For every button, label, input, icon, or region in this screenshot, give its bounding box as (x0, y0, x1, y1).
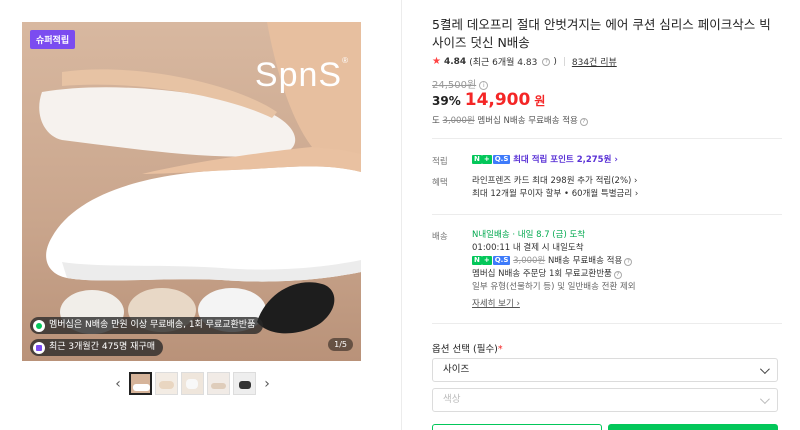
discount-label: 혜택 (432, 178, 448, 188)
delivery-eta: N내일배송 · 내일 8.7 (금) 도착 (472, 230, 585, 241)
max-points-link[interactable]: 최대 적립 포인트 2,275원 › (513, 155, 618, 165)
thumbnail-strip: ‹ › (110, 372, 275, 395)
delivery-info-icon[interactable]: ? (624, 258, 633, 266)
sale-price: 14,900 (464, 90, 531, 110)
shipping-prefix: 도 (432, 116, 440, 126)
color-select-placeholder: 색상 (443, 394, 461, 405)
original-price: 24,500원 i (432, 76, 489, 91)
delivery-more-link[interactable]: 자세히 보기 › (472, 299, 520, 310)
npay-badge: N (472, 256, 482, 265)
delivery-date: · 내일 8.7 (금) 도착 (512, 230, 586, 240)
delivery-old-fee: 3,000원 (513, 256, 546, 266)
npay-badge: N (472, 155, 482, 164)
delivery-fee-row: N + Q.S 3,000원 N배송 무료배송 적용? (472, 256, 633, 267)
installment-link[interactable]: 최대 12개월 무이자 할부 • 60개월 특별금리 › (472, 189, 638, 200)
thumbnail-4[interactable] (207, 372, 230, 395)
delivery-exclusion: 일부 유형(선물하기 등) 및 일반배송 전환 제외 (472, 282, 636, 292)
thumbnail-1[interactable] (129, 372, 152, 395)
membership-icon (33, 319, 45, 332)
image-page-indicator: 1/5 (328, 338, 353, 351)
price-row: 39% 14,900 원 (432, 90, 545, 110)
column-divider (401, 0, 402, 430)
points-label: 적립 (432, 157, 448, 167)
divider (432, 138, 782, 139)
price-info-icon[interactable]: i (479, 81, 489, 90)
qs-badge: Q.S (492, 155, 511, 164)
option-label-text: 옵션 선택 (필수) (432, 344, 498, 355)
star-icon: ★ (432, 56, 441, 67)
gift-button[interactable] (432, 424, 602, 430)
rating-recent-close: ) (553, 56, 557, 67)
shipping-text: 멤버십 N배송 무료배송 적용 (477, 116, 578, 126)
delivery-return-text: 멤버십 N배송 주문당 1회 무료교환반품 (472, 269, 612, 279)
brand-logo: SpnS® (255, 56, 349, 95)
divider (432, 214, 782, 215)
required-mark: * (497, 344, 503, 355)
size-select-value: 사이즈 (443, 364, 470, 375)
delivery-return-row: 멤버십 N배송 주문당 1회 무료교환반품? (472, 269, 622, 280)
buy-button[interactable] (608, 424, 778, 430)
npay-plus-badge: + (481, 155, 492, 164)
membership-pill-text: 멤버십은 N배송 만원 이상 무료배송, 1회 무료교환반품 (49, 320, 256, 330)
divider (432, 323, 782, 324)
rating-recent: (최근 6개월 4.83 (469, 58, 538, 68)
delivery-cutoff: 01:00:11 내 결제 시 내일도착 (472, 243, 584, 253)
rating-score: 4.84 (443, 56, 467, 67)
review-count-link[interactable]: 834건 리뷰 (572, 55, 617, 68)
brand-name: SpnS (254, 56, 343, 94)
rating-row: ★ 4.84 (최근 6개월 4.83?) | 834건 리뷰 (432, 55, 617, 68)
product-main-image[interactable]: 슈퍼적립 SpnS® 멤버십은 N배송 만원 이상 무료배송, 1회 무료교환반… (22, 22, 361, 361)
points-row[interactable]: N + Q.S 최대 적립 포인트 2,275원 › (472, 155, 618, 166)
reorder-icon (33, 341, 45, 354)
membership-badge: Q.S (492, 256, 511, 265)
shipping-info-icon[interactable]: ? (579, 118, 588, 126)
chevron-down-icon (759, 393, 770, 404)
shipping-summary: 도 3,000원 멤버십 N배송 무료배송 적용? (432, 114, 588, 126)
currency-unit: 원 (534, 94, 546, 108)
size-select[interactable]: 사이즈 (432, 358, 778, 382)
color-select[interactable]: 색상 (432, 388, 778, 412)
reorder-pill-text: 최근 3개월간 475명 재구매 (49, 342, 156, 352)
rating-divider: | (562, 56, 566, 67)
product-title: 5켤레 데오프리 절대 안벗겨지는 에어 쿠션 심리스 페이크삭스 빅사이즈 덧… (432, 17, 771, 50)
reorder-pill: 최근 3개월간 475명 재구매 (30, 339, 164, 356)
membership-pill: 멤버십은 N배송 만원 이상 무료배송, 1회 무료교환반품 (30, 317, 264, 334)
chevron-down-icon (759, 363, 770, 374)
delivery-label: 배송 (432, 232, 448, 242)
brand-registered-mark: ® (342, 56, 349, 65)
tomorrow-delivery-tag: N내일배송 (472, 230, 510, 240)
delivery-free-text: N배송 무료배송 적용 (547, 256, 623, 266)
info-icon[interactable]: ? (542, 57, 551, 66)
discount-rate: 39% (432, 94, 461, 108)
thumb-prev-arrow-icon[interactable]: ‹ (110, 376, 126, 392)
super-points-badge: 슈퍼적립 (30, 30, 76, 49)
thumbnail-3[interactable] (181, 372, 204, 395)
shipping-old-fee: 3,000원 (442, 116, 475, 126)
thumbnail-5[interactable] (233, 372, 256, 395)
option-label: 옵션 선택 (필수)* (432, 341, 503, 355)
thumb-next-arrow-icon[interactable]: › (259, 376, 275, 392)
npay-plus-badge: + (481, 256, 492, 265)
thumbnail-2[interactable] (155, 372, 178, 395)
card-benefit-link[interactable]: 라인프렌즈 카드 최대 298원 추가 적립(2%) › (472, 176, 637, 187)
return-info-icon[interactable]: ? (613, 271, 622, 279)
